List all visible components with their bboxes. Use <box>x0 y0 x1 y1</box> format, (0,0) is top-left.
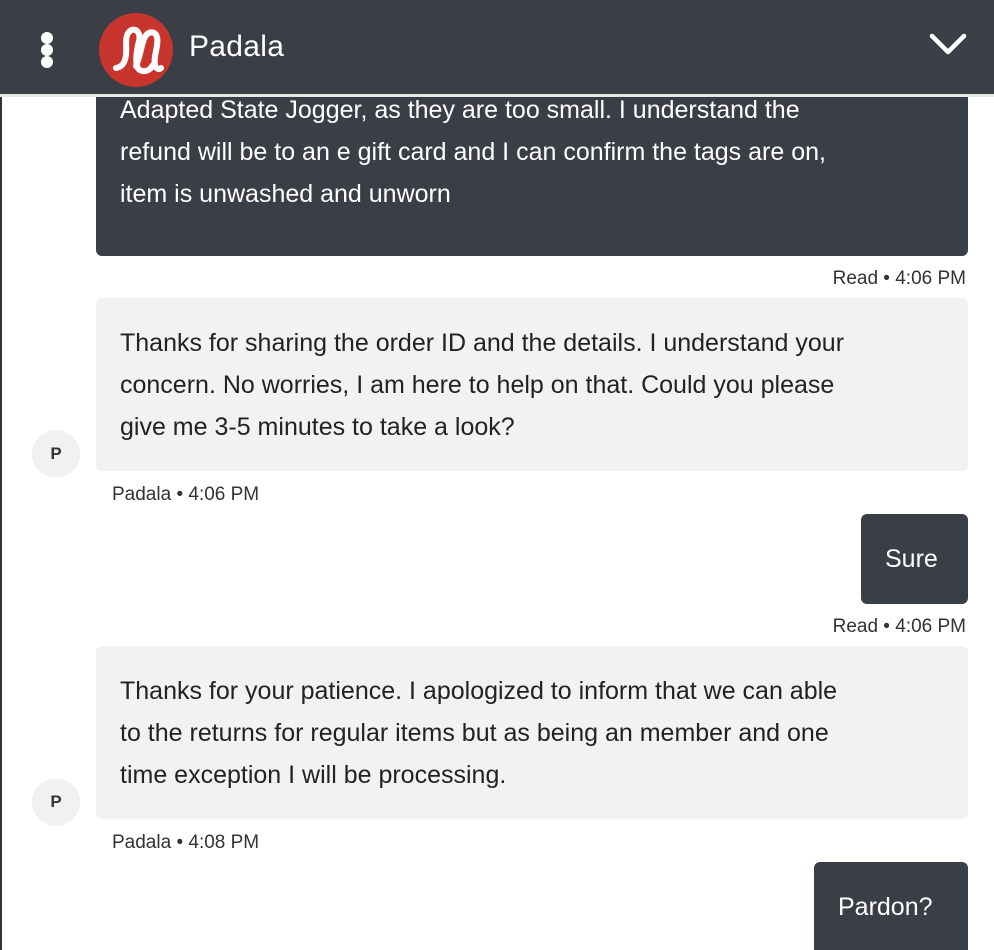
message-list[interactable]: Adapted State Jogger, as they are too sm… <box>0 97 994 950</box>
message-line: time exception I will be processing. <box>120 761 507 789</box>
message-status: Read • 4:06 PM <box>832 616 966 637</box>
user-message-bubble: Adapted State Jogger, as they are too sm… <box>96 97 968 256</box>
agent-message-bubble: Thanks for sharing the order ID and the … <box>96 298 968 471</box>
message-line: Thanks for sharing the order ID and the … <box>120 329 845 357</box>
message-sender-time: Padala • 4:06 PM <box>112 484 260 505</box>
user-message-bubble: Sure <box>861 514 968 604</box>
message-line: give me 3-5 minutes to take a look? <box>120 413 515 441</box>
message-line: to the returns for regular items but as … <box>120 719 829 747</box>
message-line: Thanks for your patience. I apologized t… <box>120 677 838 705</box>
message-status: Read • 4:06 PM <box>832 268 966 289</box>
message-line: item is unwashed and unworn <box>120 180 451 208</box>
menu-button[interactable] <box>30 28 66 72</box>
message-line: Sure <box>885 545 938 573</box>
chat-header: Padala <box>0 0 994 97</box>
agent-message-bubble: Thanks for your patience. I apologized t… <box>96 646 968 819</box>
agent-name: Padala <box>189 30 285 63</box>
agent-avatar: P <box>32 430 80 478</box>
message-line: Pardon? <box>838 893 933 921</box>
message-line: refund will be to an e gift card and I c… <box>120 138 826 166</box>
message-sender-time: Padala • 4:08 PM <box>112 832 260 853</box>
message-line: Adapted State Jogger, as they are too sm… <box>120 97 800 124</box>
message-line: concern. No worries, I am here to help o… <box>120 371 835 399</box>
agent-avatar: P <box>32 778 80 826</box>
lululemon-logo <box>99 13 173 87</box>
collapse-button[interactable] <box>924 26 972 66</box>
user-message-bubble: Pardon? <box>814 862 968 950</box>
chevron-down-icon <box>929 33 967 55</box>
